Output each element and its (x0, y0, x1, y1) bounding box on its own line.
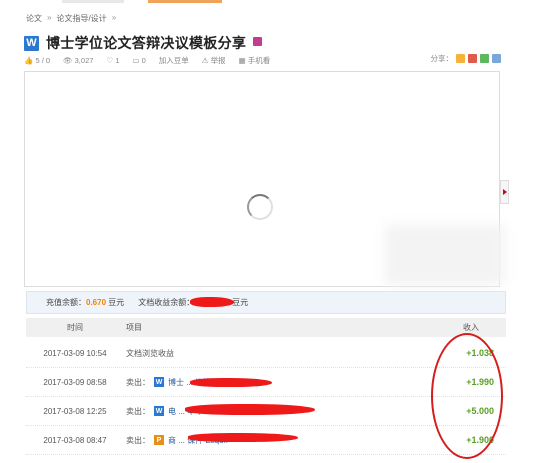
recharge-label: 充值余额： (46, 298, 86, 307)
share-label: 分享： (430, 54, 454, 63)
row-item: 文档浏览收益 (124, 348, 436, 359)
column-header-time: 时间 (67, 323, 83, 332)
table-row: 2017-03-09 10:54 文档浏览收益 +1.038 (26, 339, 506, 368)
recharge-balance: 充值余额：0.670 豆元 (46, 297, 124, 308)
page-title: 博士学位论文答辩决议模板分享 (46, 35, 247, 51)
word-file-icon: W (24, 35, 39, 51)
balance-bar: 充值余额：0.670 豆元 文档收益余额： 豆元 (26, 291, 506, 314)
breadcrumb-home[interactable]: 论文 (26, 13, 42, 24)
mobile-view-label: 手机看 (247, 56, 271, 65)
redaction-mark (185, 404, 315, 415)
row-prefix: 卖出： (126, 435, 150, 445)
word-file-icon: W (154, 406, 164, 416)
document-meta: 👍 5 / 0 👁 3,027 ♡ 1 ▭ 0 加入豆单 ⚠ 举报 ▦ 手机看 (24, 55, 270, 66)
redaction-mark (190, 378, 272, 387)
wechat-share-icon[interactable] (480, 54, 489, 63)
redaction-mark (188, 433, 298, 442)
tab-indicator-inactive[interactable] (62, 0, 124, 3)
table-header: 时间 项目 收入 (26, 318, 506, 337)
row-item: 卖出： W 博士 ... 议模板分享 (124, 377, 436, 388)
redaction-mark (190, 297, 234, 307)
expand-arrow-icon[interactable] (500, 180, 509, 204)
weibo-share-icon[interactable] (468, 54, 477, 63)
breadcrumb-category[interactable]: 论文指导/设计 (56, 13, 106, 24)
breadcrumb-separator: » (47, 13, 52, 22)
column-header-income: 收入 (463, 323, 479, 332)
earnings-unit: 豆元 (232, 298, 249, 307)
loading-spinner-icon (247, 194, 273, 220)
document-title-row: W 博士学位论文答辩决议模板分享 (24, 33, 263, 53)
row-prefix: 卖出： (126, 406, 150, 416)
row-time: 2017-03-08 12:25 (43, 406, 107, 416)
views-value: 3,027 (74, 56, 94, 65)
more-share-icon[interactable] (492, 54, 501, 63)
breadcrumb: 论文 » 论文指导/设计 » (26, 13, 116, 24)
report-button[interactable]: ⚠ 举报 (202, 55, 226, 66)
likes-value: 1 (115, 56, 120, 65)
comments-value: 0 (141, 56, 146, 65)
earnings-label: 文档收益余额： (138, 298, 195, 307)
add-to-list-button[interactable]: 加入豆单 (159, 55, 189, 66)
blurred-area (385, 225, 505, 285)
views-stat: 👁 3,027 (63, 56, 94, 65)
row-time: 2017-03-09 10:54 (43, 348, 107, 358)
comments-stat[interactable]: ▭ 0 (132, 56, 145, 65)
row-item-label: 文档浏览收益 (126, 348, 174, 358)
breadcrumb-separator: » (111, 13, 117, 22)
annotation-circle (431, 333, 503, 459)
row-time: 2017-03-09 08:58 (43, 377, 107, 387)
rating-stat: 👍 5 / 0 (24, 56, 51, 65)
tab-indicator-active[interactable] (148, 0, 222, 3)
recharge-unit: 豆元 (108, 298, 125, 307)
qzone-share-icon[interactable] (456, 54, 465, 63)
word-file-icon: W (154, 377, 164, 387)
ppt-file-icon: P (154, 435, 164, 445)
column-header-item: 项目 (126, 323, 142, 332)
report-label: 举报 (210, 56, 226, 65)
vip-badge-icon (253, 36, 263, 46)
mobile-view-button[interactable]: ▦ 手机看 (239, 55, 271, 66)
recharge-value: 0.670 (86, 298, 107, 307)
top-tab-strip (0, 0, 537, 6)
share-bar: 分享： (430, 53, 501, 64)
rating-value: 5 / 0 (35, 56, 51, 65)
likes-stat[interactable]: ♡ 1 (106, 56, 119, 65)
row-time: 2017-03-08 08:47 (43, 435, 107, 445)
row-prefix: 卖出： (126, 377, 150, 387)
